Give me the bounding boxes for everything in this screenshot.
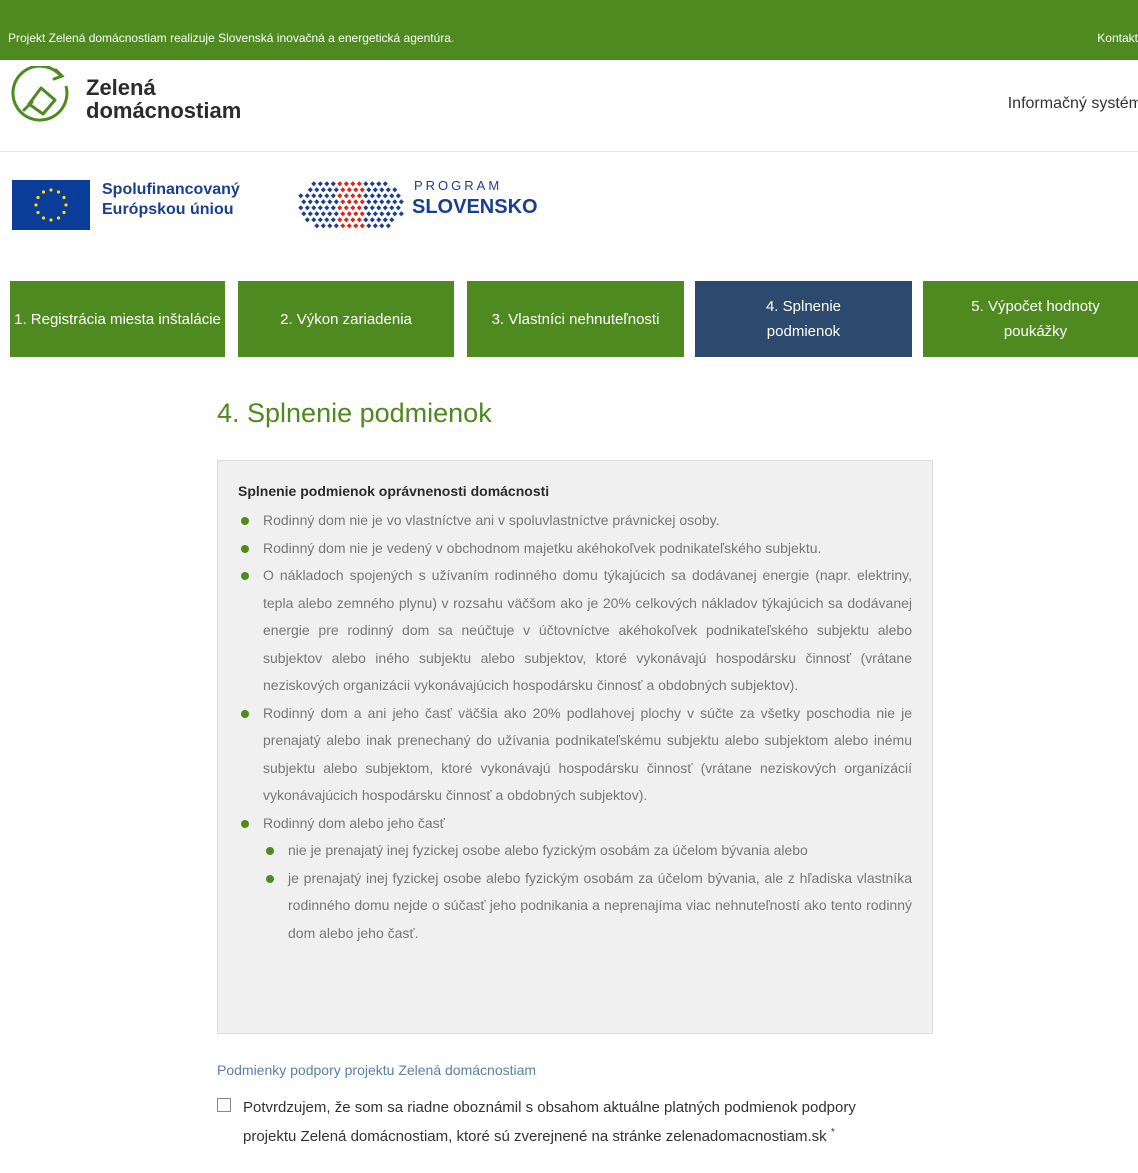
confirm-text: Potvrdzujem, že som sa riadne oboznámil … (243, 1099, 856, 1145)
eu-flag-icon (12, 180, 90, 230)
step-5-voucher-value[interactable]: 5. Výpočet hodnoty poukážky (923, 281, 1138, 357)
confirm-label[interactable]: Potvrdzujem, že som sa riadne oboznámil … (217, 1095, 897, 1149)
logo-line1: Zelená (86, 75, 156, 100)
eu-line1: Spolufinancovaný (102, 181, 240, 198)
agency-note: Projekt Zelená domácnostiam realizuje Sl… (8, 31, 455, 45)
confirm-conditions: Potvrdzujem, že som sa riadne oboznámil … (217, 1095, 897, 1149)
step-4-conditions[interactable]: 4. Splnenie podmienok (695, 281, 912, 357)
conditions-box: Splnenie podmienok oprávnenosti domácnos… (217, 460, 933, 1034)
required-marker: * (830, 1127, 835, 1138)
condition-item: O nákladoch spojených s užívaním rodinné… (238, 562, 912, 700)
program-label: PROGRAM (414, 178, 503, 193)
condition-item: Rodinný dom nie je vo vlastníctve ani v … (238, 507, 912, 535)
program-slovensko-logo-icon (298, 181, 404, 229)
step-3-owners[interactable]: 3. Vlastníci nehnuteľnosti (467, 281, 684, 357)
conditions-list: Rodinný dom nie je vo vlastníctve ani v … (238, 507, 912, 947)
page-title: 4. Splnenie podmienok (217, 398, 492, 428)
condition-item: Rodinný dom nie je vedený v obchodnom ma… (238, 535, 912, 563)
step-2-device-output[interactable]: 2. Výkon zariadenia (238, 281, 454, 357)
top-bar: Projekt Zelená domácnostiam realizuje Sl… (0, 0, 1138, 60)
contacts-link[interactable]: Kontakty (1097, 31, 1138, 45)
site-logo-text[interactable]: Zelená domácnostiam (86, 76, 241, 122)
logo-line2: domácnostiam (86, 98, 242, 123)
info-system-label: Informačný systém (1007, 95, 1138, 112)
condition-subitem: je prenajatý inej fyzickej osobe alebo f… (263, 865, 912, 948)
support-conditions-link[interactable]: Podmienky podpory projektu Zelená domácn… (217, 1062, 536, 1078)
step-label: 2. Výkon zariadenia (280, 310, 412, 328)
condition-subitem: nie je prenajatý inej fyzickej osobe ale… (263, 837, 912, 865)
eu-line2: Európskou úniou (102, 201, 234, 218)
conditions-heading: Splnenie podmienok oprávnenosti domácnos… (238, 483, 550, 499)
step-1-registration[interactable]: 1. Registrácia miesta inštalácie (10, 281, 225, 357)
funding-logos: Spolufinancovaný Európskou úniou PROGRAM… (0, 152, 1138, 262)
eu-cofinanced-text: Spolufinancovaný Európskou úniou (102, 180, 240, 220)
slovensko-label: SLOVENSKO (412, 196, 538, 218)
step-label: 5. Výpočet hodnoty poukážky (971, 298, 1100, 340)
site-header: Zelená domácnostiam Informačný systém (0, 60, 1138, 152)
step-label: 4. Splnenie podmienok (765, 298, 842, 340)
main-content: 4. Splnenie podmienok Splnenie podmienok… (217, 398, 933, 1145)
condition-item: Rodinný dom a ani jeho časť väčšia ako 2… (238, 700, 912, 810)
condition-item-with-subitems: Rodinný dom alebo jeho časť nie je prena… (238, 810, 912, 948)
confirm-checkbox[interactable] (217, 1098, 231, 1112)
condition-item-label: Rodinný dom alebo jeho časť (263, 814, 445, 831)
step-label: 3. Vlastníci nehnuteľnosti (491, 310, 660, 328)
house-logo-icon[interactable] (10, 66, 72, 128)
condition-sublist: nie je prenajatý inej fyzickej osobe ale… (263, 837, 912, 947)
step-label: 1. Registrácia miesta inštalácie (14, 310, 221, 328)
